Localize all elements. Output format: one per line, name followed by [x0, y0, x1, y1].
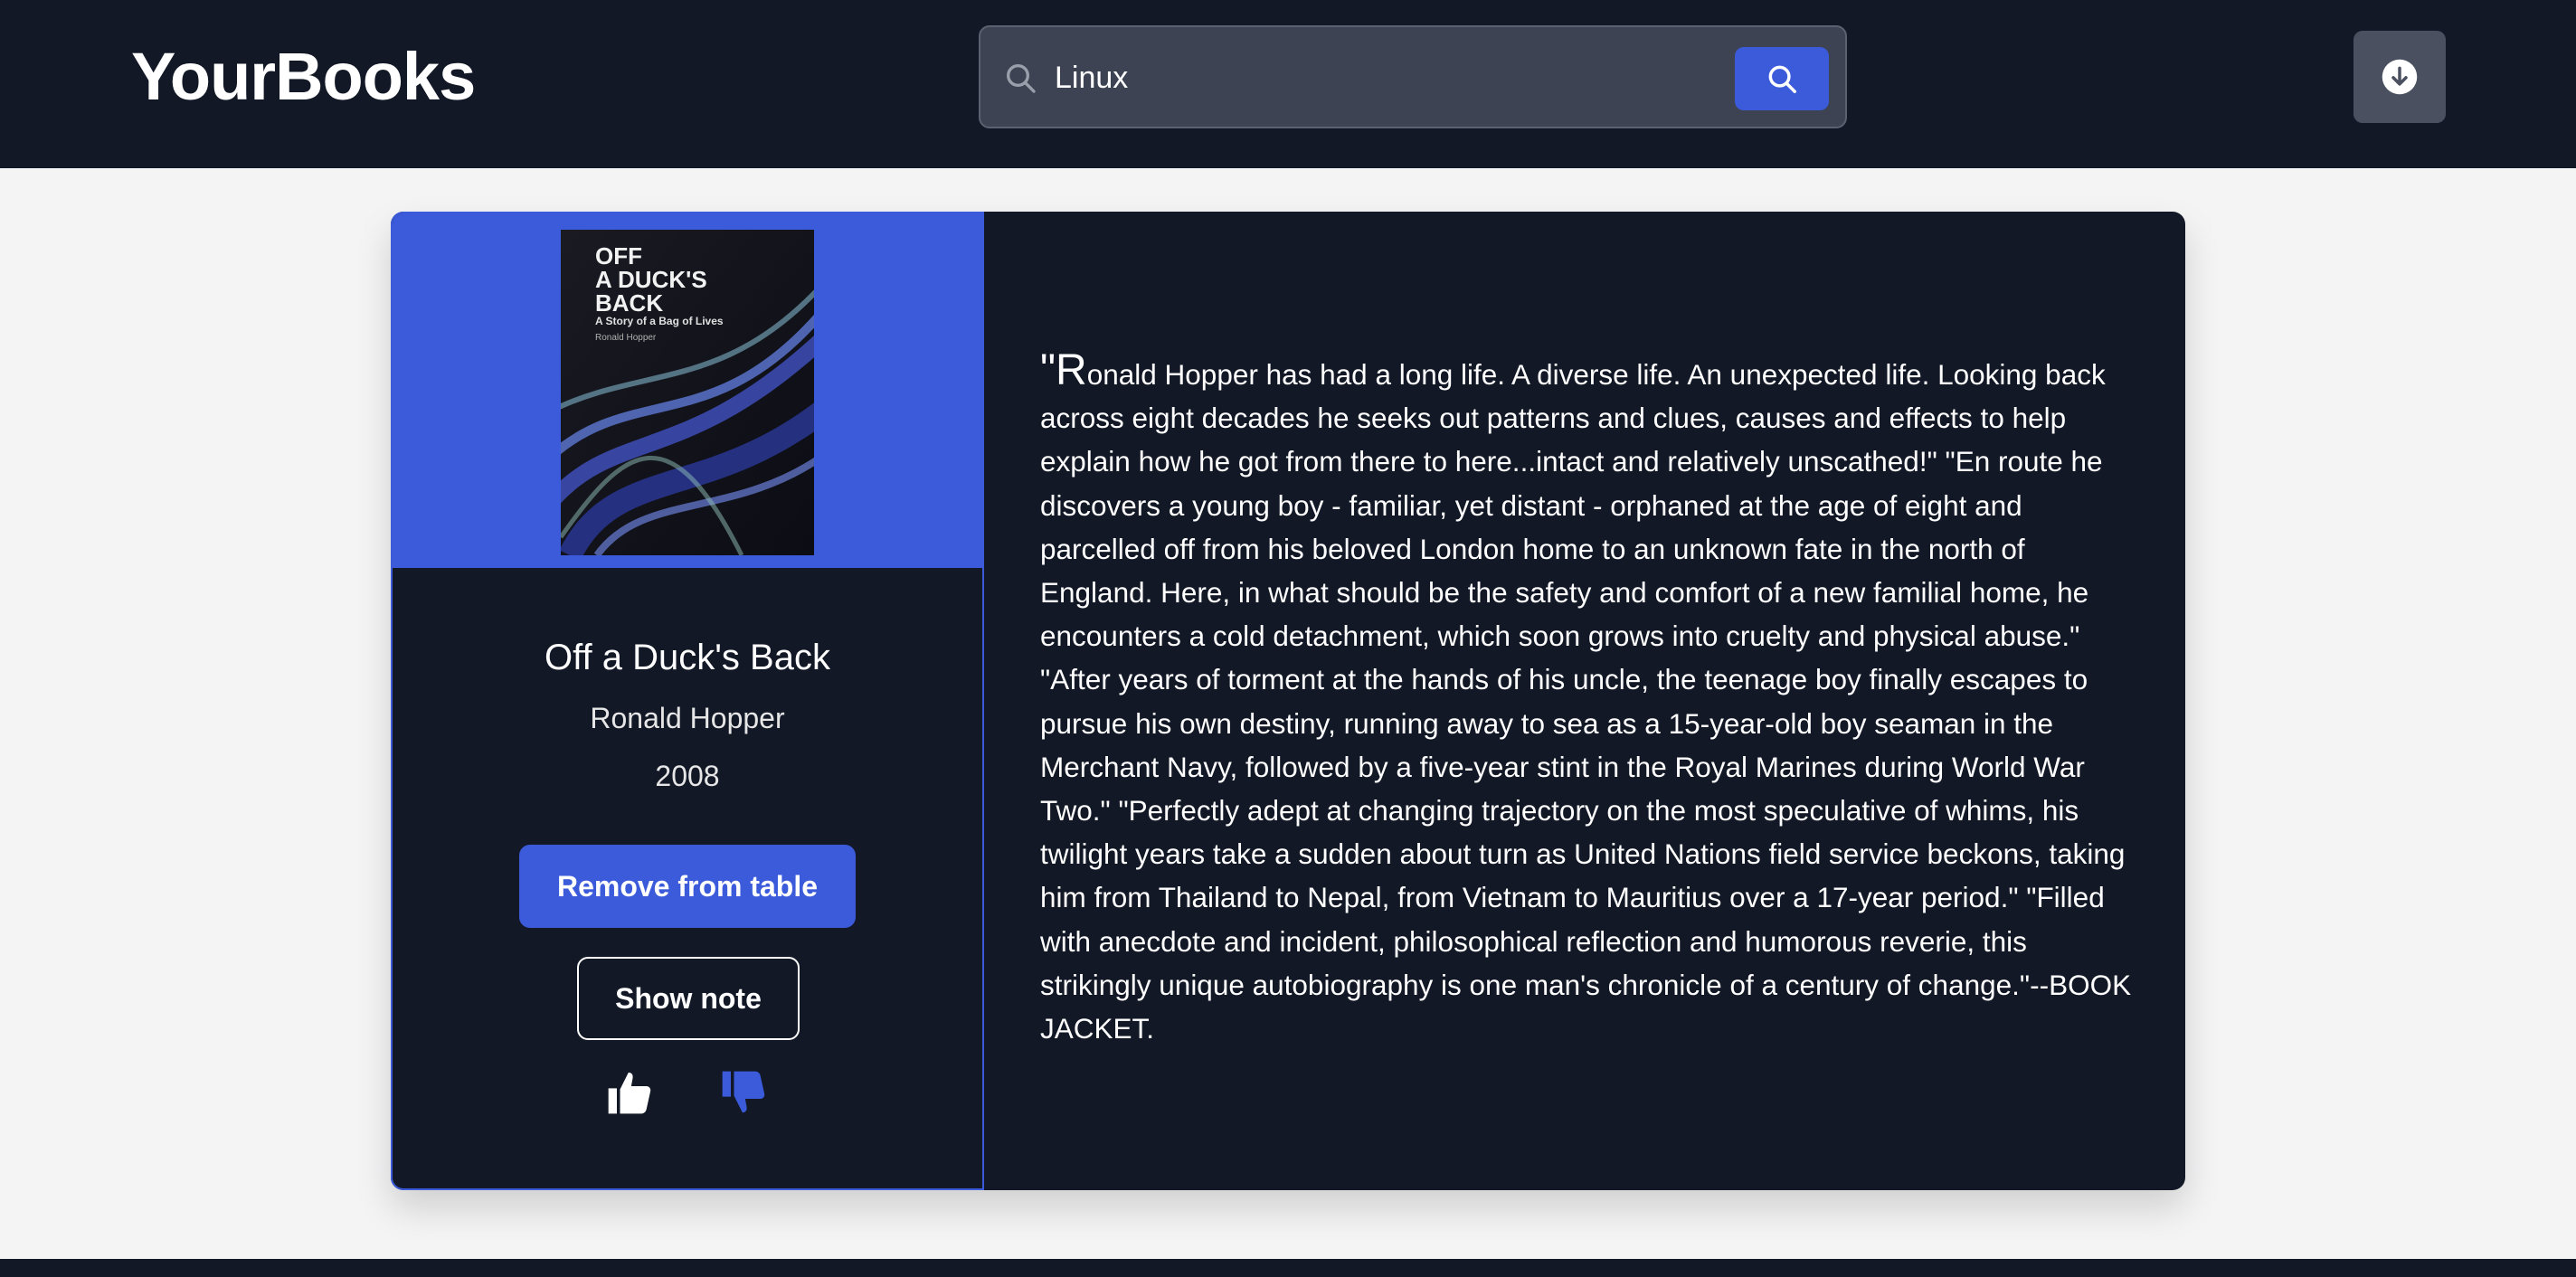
cover-title-line: A DUCK'S — [595, 266, 707, 293]
page-footer — [0, 1259, 2576, 1277]
description-text: onald Hopper has had a long life. A dive… — [1040, 358, 2132, 1045]
remove-from-table-button[interactable]: Remove from table — [519, 845, 856, 928]
search-input[interactable] — [1053, 47, 1771, 109]
search-icon — [1768, 65, 1796, 93]
description-drop-cap: "R — [1040, 346, 1087, 394]
cover-title-line: BACK — [595, 289, 664, 317]
book-card: OFF A DUCK'S BACK A Story of a Bag of Li… — [391, 212, 2185, 1190]
search-icon — [1007, 64, 1036, 93]
cover-area: OFF A DUCK'S BACK A Story of a Bag of Li… — [393, 213, 982, 568]
cover-title: OFF A DUCK'S BACK — [595, 244, 707, 315]
search-bar — [979, 25, 1847, 128]
download-button[interactable] — [2353, 31, 2446, 123]
app-header: YourBooks — [0, 0, 2576, 168]
book-author: Ronald Hopper — [590, 702, 785, 734]
book-summary-panel: OFF A DUCK'S BACK A Story of a Bag of Li… — [391, 212, 984, 1190]
search-button[interactable] — [1735, 47, 1829, 110]
thumbs-down-icon[interactable] — [718, 1067, 769, 1118]
cover-author: Ronald Hopper — [595, 333, 657, 343]
book-description: "Ronald Hopper has had a long life. A di… — [1040, 349, 2135, 1050]
download-icon — [2382, 59, 2418, 95]
app-logo[interactable]: YourBooks — [131, 36, 476, 118]
cover-title-line: OFF — [595, 242, 642, 270]
cover-subtitle: A Story of a Bag of Lives — [595, 315, 724, 327]
book-year: 2008 — [655, 760, 720, 792]
show-note-button[interactable]: Show note — [577, 957, 800, 1040]
book-title: Off a Duck's Back — [545, 638, 830, 677]
thumbs-up-icon[interactable] — [604, 1067, 655, 1118]
